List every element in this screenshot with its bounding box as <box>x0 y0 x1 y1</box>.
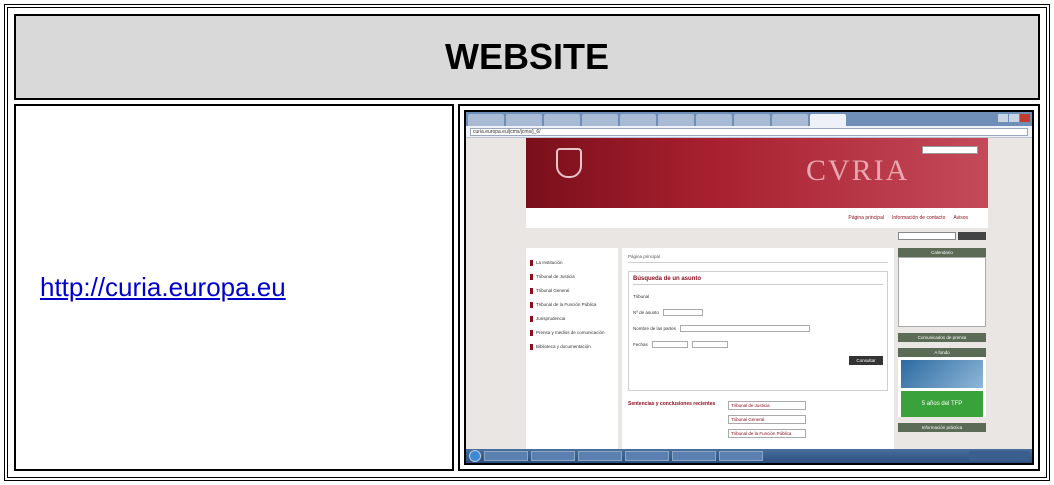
address-bar: curia.europa.eu/jcms/jcms/j_6/ <box>466 126 1032 138</box>
nav-item: Avisos <box>953 215 968 221</box>
consult-button: Consultar <box>849 355 883 365</box>
taskbar-item <box>625 451 669 461</box>
main-content: Página principal Búsqueda de un asunto T… <box>622 248 894 463</box>
browser-tab <box>696 114 732 126</box>
language-select <box>922 146 978 154</box>
date-to-input <box>691 340 728 348</box>
calendar-grid <box>898 257 986 327</box>
browser-tab-active <box>810 114 846 126</box>
search-label: Nombre de las partes <box>633 325 677 331</box>
events-title: A fondo <box>898 348 986 357</box>
start-icon <box>469 450 481 462</box>
search-row: Nº de asunto <box>633 307 883 317</box>
browser-tab <box>772 114 808 126</box>
recent-item: Tribunal de Justicia <box>728 401 806 410</box>
menu-item: Prensa y medios de comunicación <box>530 330 614 336</box>
case-number-input <box>662 308 703 316</box>
practical-widget: Información práctica <box>898 423 986 432</box>
banner-title: CVRIA <box>806 154 910 187</box>
menu-item: Biblioteca y documentación <box>530 344 614 350</box>
minimize-icon <box>998 114 1008 122</box>
taskbar-item <box>578 451 622 461</box>
header-title: WEBSITE <box>444 36 609 77</box>
site-search-input <box>898 232 956 240</box>
menu-item: La Institución <box>530 260 614 266</box>
url-cell: http://curia.europa.eu <box>14 104 454 471</box>
case-search-box: Búsqueda de un asunto Tribunal Nº de asu… <box>628 271 888 391</box>
practical-title: Información práctica <box>898 423 986 432</box>
browser-tab <box>620 114 656 126</box>
calendar-title: Calendario <box>898 248 986 257</box>
taskbar-item <box>719 451 763 461</box>
search-row: Nombre de las partes <box>633 323 883 333</box>
website-table: WEBSITE http://curia.europa.eu curia.eur… <box>4 4 1050 481</box>
menu-item: Tribunal de Justicia <box>530 274 614 280</box>
press-title: Comunicados de prensa <box>898 333 986 342</box>
recent-judgments: Sentencias y conclusiones recientes Trib… <box>628 401 888 443</box>
browser-tab <box>658 114 694 126</box>
screenshot-cell: curia.europa.eu/jcms/jcms/j_6/ CVRIA Pág… <box>458 104 1040 471</box>
web-page: CVRIA Página principal Información de co… <box>466 138 1032 463</box>
table-header: WEBSITE <box>14 14 1040 100</box>
close-icon <box>1020 114 1030 122</box>
date-from-input <box>651 340 688 348</box>
os-taskbar <box>466 449 1032 463</box>
recent-list: Tribunal de Justicia Tribunal General Tr… <box>728 401 806 443</box>
curia-logo-icon <box>556 148 582 178</box>
search-row: Tribunal <box>633 291 883 301</box>
search-row: Consultar <box>633 355 883 365</box>
menu-item: Tribunal General <box>530 288 614 294</box>
nav-item: Página principal <box>848 215 884 221</box>
curia-link[interactable]: http://curia.europa.eu <box>40 272 286 303</box>
menu-item: Jurisprudencia <box>530 316 614 322</box>
right-column: Calendario Comunicados de prensa A fondo… <box>898 248 986 463</box>
site-search-button <box>958 232 986 240</box>
search-label: Tribunal <box>633 293 650 299</box>
taskbar-item <box>484 451 528 461</box>
browser-tab <box>734 114 770 126</box>
browser-tab <box>506 114 542 126</box>
nav-item: Información de contacto <box>891 215 946 221</box>
system-tray <box>969 451 1029 461</box>
parties-input <box>680 324 811 332</box>
recent-title: Sentencias y conclusiones recientes <box>628 401 716 407</box>
menu-item: Tribunal de la Función Pública <box>530 302 614 308</box>
url-field: curia.europa.eu/jcms/jcms/j_6/ <box>470 127 1028 136</box>
left-menu: La Institución Tribunal de Justicia Trib… <box>526 248 618 463</box>
recent-item: Tribunal de la Función Pública <box>728 429 806 438</box>
event-image <box>901 360 983 388</box>
taskbar-item <box>531 451 575 461</box>
window-controls <box>998 114 1030 126</box>
search-label: Nº de asunto <box>633 309 659 315</box>
breadcrumb: Página principal <box>628 254 888 263</box>
top-nav: Página principal Información de contacto… <box>526 208 988 228</box>
curia-banner: CVRIA <box>526 138 988 208</box>
maximize-icon <box>1009 114 1019 122</box>
recent-item: Tribunal General <box>728 415 806 424</box>
press-widget: Comunicados de prensa <box>898 333 986 342</box>
case-search-title: Búsqueda de un asunto <box>633 276 883 285</box>
search-label: Fechas <box>633 341 648 347</box>
calendar-widget: Calendario <box>898 248 986 327</box>
search-row: Fechas <box>633 339 883 349</box>
browser-tab <box>544 114 580 126</box>
browser-tab <box>582 114 618 126</box>
taskbar-item <box>672 451 716 461</box>
website-screenshot: curia.europa.eu/jcms/jcms/j_6/ CVRIA Pág… <box>464 110 1034 465</box>
browser-tab <box>468 114 504 126</box>
tfp-banner: 5 años del TFP <box>901 391 983 417</box>
browser-tabbar <box>466 112 1032 126</box>
events-widget: A fondo 5 años del TFP <box>898 348 986 417</box>
